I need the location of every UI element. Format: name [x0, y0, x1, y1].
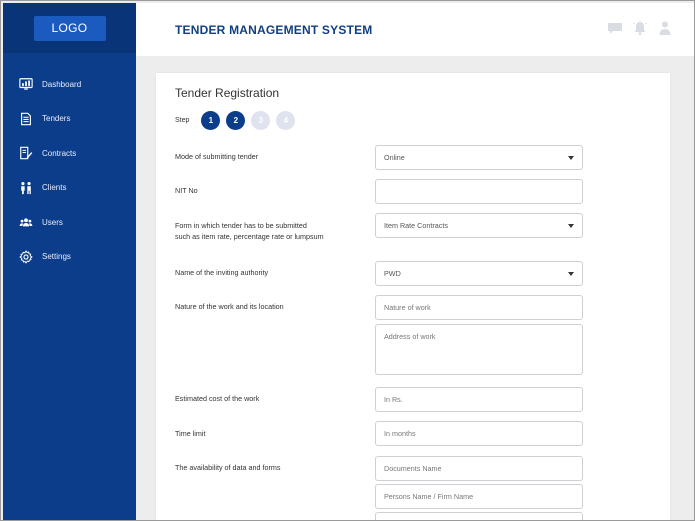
nature-placeholder: Nature of work	[384, 303, 431, 312]
sidebar-item-users[interactable]: Users	[3, 205, 136, 240]
chevron-down-icon	[568, 156, 574, 160]
sidebar-item-label: Contracts	[42, 148, 77, 158]
authority-value: PWD	[384, 269, 401, 278]
logo-area: LOGO	[3, 3, 136, 53]
step-2[interactable]: 2	[226, 111, 246, 130]
authority-label: Name of the inviting authority	[175, 268, 269, 277]
sidebar-item-contracts[interactable]: Contracts	[3, 136, 136, 171]
sidebar-nav: Dashboard Tenders Contracts Clients User…	[3, 53, 136, 274]
form-type-label-line2: such as item rate, percentage rate or lu…	[175, 231, 324, 241]
documents-placeholder: Documents Name	[384, 464, 442, 473]
app-title: TENDER MANAGEMENT SYSTEM	[175, 22, 373, 37]
address-placeholder: Address of work	[384, 332, 436, 341]
dashboard-icon	[18, 77, 33, 92]
tender-registration-form: Tender Registration Step 1 2 3 4 Mode of…	[156, 73, 670, 520]
time-label: Time limit	[175, 429, 206, 438]
form-type-value: Item Rate Contracts	[384, 221, 448, 230]
nit-input[interactable]	[375, 179, 583, 204]
step-3[interactable]: 3	[251, 111, 271, 130]
mode-select[interactable]: Online	[375, 145, 583, 170]
sidebar-item-label: Dashboard	[42, 79, 82, 89]
contract-icon	[18, 146, 33, 161]
form-type-select[interactable]: Item Rate Contracts	[375, 213, 583, 238]
user-profile-icon[interactable]	[657, 20, 673, 36]
header-actions	[598, 20, 673, 36]
address-of-work-textarea[interactable]: Address of work	[375, 324, 583, 375]
documents-name-input[interactable]: Documents Name	[375, 456, 583, 481]
mode-label: Mode of submitting tender	[175, 152, 259, 161]
sidebar-item-label: Tenders	[42, 114, 71, 124]
cost-input[interactable]: In Rs.	[375, 387, 583, 412]
step-4[interactable]: 4	[276, 111, 296, 130]
time-placeholder: In months	[384, 429, 416, 438]
persons-name-input[interactable]: Persons Name / Firm Name	[375, 484, 583, 509]
users-icon	[18, 215, 33, 230]
cost-label: Estimated cost of the work	[175, 394, 260, 403]
sidebar-item-label: Settings	[42, 252, 71, 262]
sidebar-item-dashboard[interactable]: Dashboard	[3, 67, 136, 102]
availability-label: The availability of data and forms	[175, 463, 281, 472]
chat-icon[interactable]	[607, 20, 623, 36]
persons-placeholder: Persons Name / Firm Name	[384, 492, 474, 501]
cost-placeholder: In Rs.	[384, 395, 403, 404]
sidebar-item-clients[interactable]: Clients	[3, 171, 136, 206]
sidebar-item-label: Clients	[42, 183, 67, 193]
logo[interactable]: LOGO	[33, 15, 106, 41]
chevron-down-icon	[568, 224, 574, 228]
step-indicator: Step 1 2 3 4	[175, 111, 301, 130]
time-limit-input[interactable]: In months	[375, 421, 583, 446]
top-header: TENDER MANAGEMENT SYSTEM	[136, 3, 694, 56]
clients-icon	[18, 180, 33, 195]
sidebar-item-label: Users	[42, 217, 63, 227]
form-type-label: Form in which tender has to be submitted…	[175, 221, 350, 242]
authority-select[interactable]: PWD	[375, 261, 583, 286]
sidebar: LOGO Dashboard Tenders Contracts Clients…	[3, 3, 136, 520]
mode-value: Online	[384, 153, 405, 162]
gear-icon	[18, 249, 33, 264]
step-1[interactable]: 1	[201, 111, 221, 130]
chevron-down-icon	[568, 272, 574, 276]
form-type-label-line1: Form in which tender has to be submitted	[175, 221, 307, 230]
notification-bell-icon[interactable]	[632, 20, 648, 36]
form-title: Tender Registration	[175, 86, 280, 100]
nature-label: Nature of the work and its location	[175, 302, 284, 311]
document-icon	[18, 111, 33, 126]
sidebar-item-settings[interactable]: Settings	[3, 240, 136, 275]
sidebar-item-tenders[interactable]: Tenders	[3, 102, 136, 137]
additional-input[interactable]	[375, 512, 583, 520]
step-label: Step	[175, 117, 190, 124]
app-window: LOGO Dashboard Tenders Contracts Clients…	[0, 0, 695, 521]
nit-label: NIT No	[175, 186, 198, 195]
nature-of-work-input[interactable]: Nature of work	[375, 295, 583, 320]
